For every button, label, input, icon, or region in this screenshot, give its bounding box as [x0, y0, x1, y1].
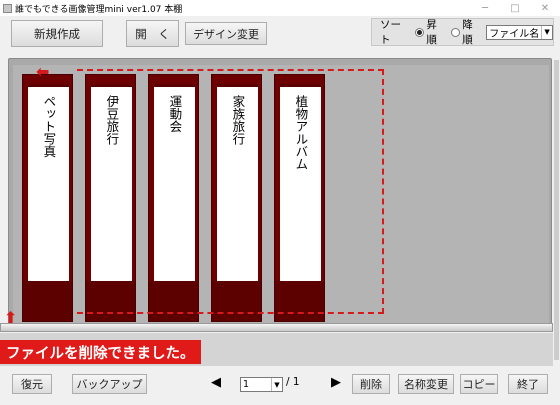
sort-key-select[interactable]: ファイル名 ▼: [486, 24, 554, 40]
restore-button[interactable]: 復元: [12, 374, 52, 394]
close-button[interactable]: ✕: [530, 0, 560, 16]
chevron-down-icon: ▼: [541, 25, 552, 39]
page-current: 1: [243, 379, 250, 390]
page-select[interactable]: 1 ▼: [240, 377, 283, 392]
open-button[interactable]: 開 く: [126, 20, 179, 47]
prev-page-icon[interactable]: ◀: [211, 375, 221, 390]
page-total: / 1: [286, 376, 300, 388]
delete-button[interactable]: 削除: [352, 374, 390, 394]
exit-button[interactable]: 終了: [508, 374, 548, 394]
next-page-icon[interactable]: ▶: [331, 375, 341, 390]
vertical-scrollbar[interactable]: [553, 58, 560, 368]
window-title: 誰でもできる画像管理mini ver1.07 本棚: [15, 4, 183, 15]
ascending-label: 昇順: [426, 19, 437, 46]
ascending-radio[interactable]: [415, 27, 425, 37]
title-bar: 誰でもできる画像管理mini ver1.07 本棚 ─ □ ✕: [0, 0, 560, 16]
minimize-button[interactable]: ─: [470, 0, 500, 16]
copy-button[interactable]: コピー: [460, 374, 498, 394]
maximize-button[interactable]: □: [500, 0, 530, 16]
rename-button[interactable]: 名称変更: [398, 374, 454, 394]
shelf-ledge: [0, 323, 553, 332]
binder-base: [23, 281, 72, 321]
chevron-down-icon: ▼: [271, 378, 282, 391]
new-button[interactable]: 新規作成: [11, 20, 103, 47]
backup-button[interactable]: バックアップ: [72, 374, 147, 394]
sort-label: ソート: [380, 19, 401, 46]
binder-0[interactable]: ペット写真: [22, 74, 73, 322]
binder-spine: ペット写真: [28, 84, 69, 282]
descending-label: 降順: [462, 19, 473, 46]
descending-radio[interactable]: [451, 27, 461, 37]
status-message: ファイルを削除できました。: [0, 340, 201, 364]
app-icon: [3, 3, 12, 13]
sort-panel: ソート 昇順 降順 ファイル名 ▼: [371, 18, 554, 46]
left-arrow-icon: ⬅: [36, 62, 50, 81]
sort-key-value: ファイル名: [489, 28, 540, 40]
removed-binder-outline: [77, 69, 384, 314]
binder-label: ペット写真: [41, 95, 57, 158]
scrollbar-thumb[interactable]: [554, 60, 559, 360]
design-change-button[interactable]: デザイン変更: [185, 22, 267, 45]
